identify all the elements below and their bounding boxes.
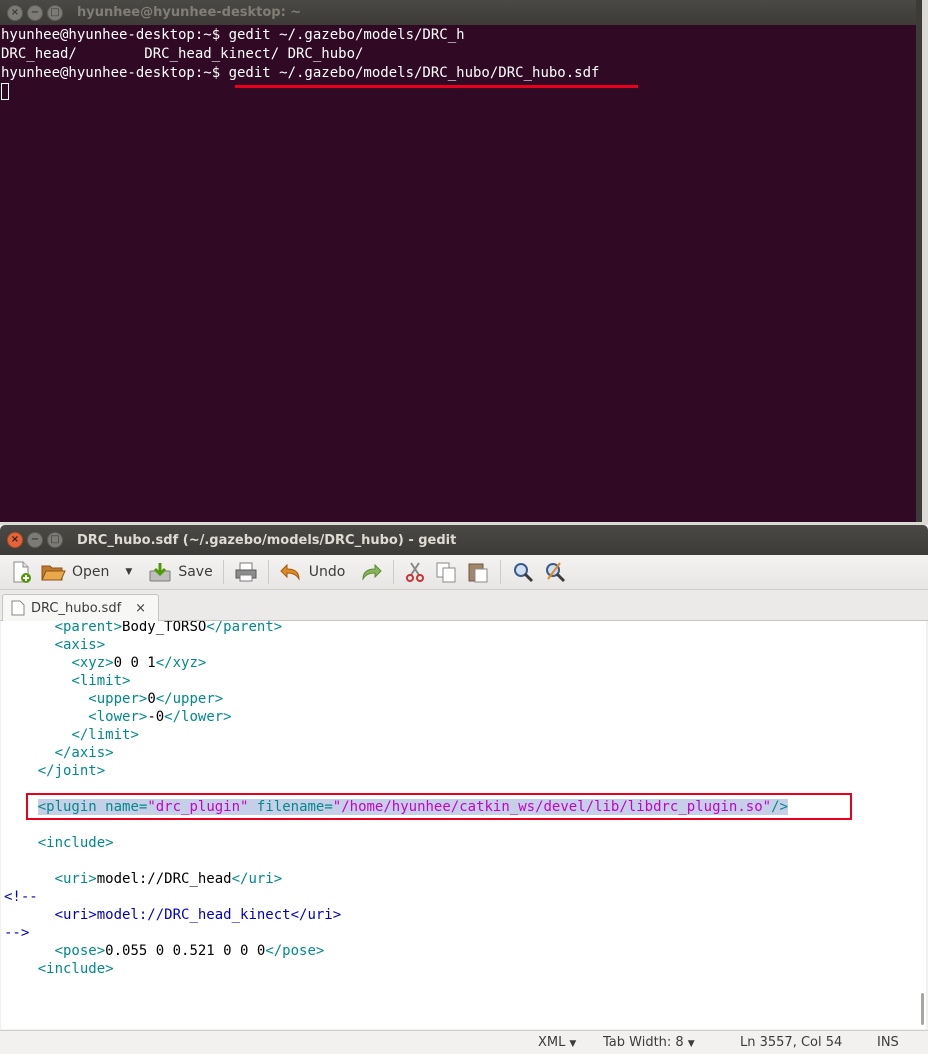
code-line: <parent>Body_TORSO</parent>	[54, 621, 283, 635]
cut-icon	[406, 562, 425, 582]
copy-button[interactable]	[430, 557, 462, 587]
save-icon	[149, 563, 171, 582]
code-line: <lower>-0</lower>	[88, 709, 232, 725]
code-line: <include>	[37, 835, 114, 851]
document-tabs: DRC_hubo.sdf ×	[0, 590, 928, 621]
terminal-line: hyunhee@hyunhee-desktop:~$ gedit ~/.gaze…	[1, 65, 600, 81]
code-line: </joint>	[37, 763, 106, 779]
toolbar-separator	[267, 560, 269, 584]
copy-icon	[436, 562, 456, 583]
code-line: <uri>model://DRC_head</uri>	[54, 871, 283, 887]
open-folder-icon	[41, 565, 66, 581]
search-icon	[514, 563, 534, 583]
open-button[interactable]: Open	[36, 557, 113, 587]
new-document-button[interactable]	[6, 557, 36, 587]
toolbar-separator	[393, 560, 395, 584]
paste-button[interactable]	[462, 557, 494, 587]
tab-label: DRC_hubo.sdf	[31, 600, 122, 616]
code-line: <pose>0.055 0 0.521 0 0 0</pose>	[54, 943, 325, 959]
close-icon[interactable]: ×	[7, 532, 23, 548]
toolbar-separator	[500, 560, 502, 584]
plugin-highlight-annotation	[26, 793, 852, 820]
code-line: </axis>	[54, 745, 114, 761]
new-document-icon	[13, 561, 31, 583]
redo-icon	[362, 563, 382, 581]
code-line: <include>	[37, 961, 114, 977]
command-underline-annotation	[235, 85, 638, 88]
open-label: Open	[72, 564, 110, 580]
tab-drc-hubo-sdf[interactable]: DRC_hubo.sdf ×	[2, 594, 159, 621]
undo-icon	[279, 563, 300, 581]
terminal-title: hyunhee@hyunhee-desktop: ~	[77, 5, 302, 20]
gedit-window: × − □ DRC_hubo.sdf (~/.gazebo/models/DRC…	[0, 525, 928, 1054]
code-line: <uri>model://DRC_head_kinect</uri>	[54, 907, 342, 923]
tab-width-selector[interactable]: Tab Width: 8 ▼	[603, 1035, 695, 1050]
maximize-icon[interactable]: □	[47, 4, 63, 21]
save-label: Save	[178, 564, 213, 580]
code-line: <limit>	[71, 673, 131, 689]
gedit-title: DRC_hubo.sdf (~/.gazebo/models/DRC_hubo)…	[77, 532, 457, 548]
terminal-line: hyunhee@hyunhee-desktop:~$ gedit ~/.gaze…	[1, 27, 465, 43]
find-replace-icon	[546, 562, 566, 583]
maximize-icon[interactable]: □	[47, 532, 63, 548]
code-line: <upper>0</upper>	[88, 691, 224, 707]
search-replace-button[interactable]	[539, 557, 571, 587]
text-cursor	[1, 83, 9, 100]
search-button[interactable]	[507, 557, 539, 587]
undo-button[interactable]: Undo	[275, 557, 350, 587]
printer-icon	[235, 562, 257, 582]
terminal-window: × − □ hyunhee@hyunhee-desktop: ~ hyunhee…	[0, 0, 922, 522]
redo-button[interactable]	[355, 557, 387, 587]
terminal-line: DRC_head/ DRC_head_kinect/ DRC_hubo/	[1, 46, 364, 62]
undo-label: Undo	[308, 564, 346, 580]
minimize-icon[interactable]: −	[27, 532, 43, 548]
minimize-icon[interactable]: −	[27, 4, 43, 21]
gedit-titlebar: × − □ DRC_hubo.sdf (~/.gazebo/models/DRC…	[0, 525, 928, 555]
dropdown-arrow-icon: ▼	[569, 1039, 577, 1049]
code-line: <!--	[4, 889, 38, 905]
open-recent-dropdown[interactable]: ▼	[113, 557, 136, 587]
save-button[interactable]: Save	[144, 557, 216, 587]
paste-icon	[468, 563, 488, 583]
toolbar-separator	[222, 560, 224, 584]
terminal-scrollbar[interactable]	[916, 0, 922, 522]
document-icon	[11, 600, 25, 616]
code-editor[interactable]: <parent>Body_TORSO</parent> <axis> <xyz>…	[1, 621, 926, 1029]
cut-button[interactable]	[400, 557, 430, 587]
language-selector[interactable]: XML ▼	[538, 1035, 576, 1050]
insert-mode: INS	[877, 1035, 899, 1050]
code-line: <axis>	[54, 637, 106, 653]
print-button[interactable]	[230, 557, 262, 587]
gedit-toolbar: Open ▼ Save Undo	[0, 555, 928, 590]
code-line: -->	[4, 925, 30, 941]
dropdown-arrow-icon: ▼	[125, 567, 133, 577]
cursor-position: Ln 3557, Col 54	[740, 1035, 843, 1050]
terminal-titlebar: × − □ hyunhee@hyunhee-desktop: ~	[0, 0, 922, 25]
editor-scrollbar[interactable]	[921, 993, 924, 1025]
code-line: <xyz>0 0 1</xyz>	[71, 655, 207, 671]
terminal-output[interactable]: hyunhee@hyunhee-desktop:~$ gedit ~/.gaze…	[0, 26, 922, 102]
tab-close-icon[interactable]: ×	[135, 601, 146, 616]
code-line: </limit>	[71, 727, 139, 743]
dropdown-arrow-icon: ▼	[687, 1039, 695, 1049]
status-bar: XML ▼ Tab Width: 8 ▼ Ln 3557, Col 54 INS	[0, 1030, 928, 1054]
close-icon[interactable]: ×	[7, 4, 23, 21]
